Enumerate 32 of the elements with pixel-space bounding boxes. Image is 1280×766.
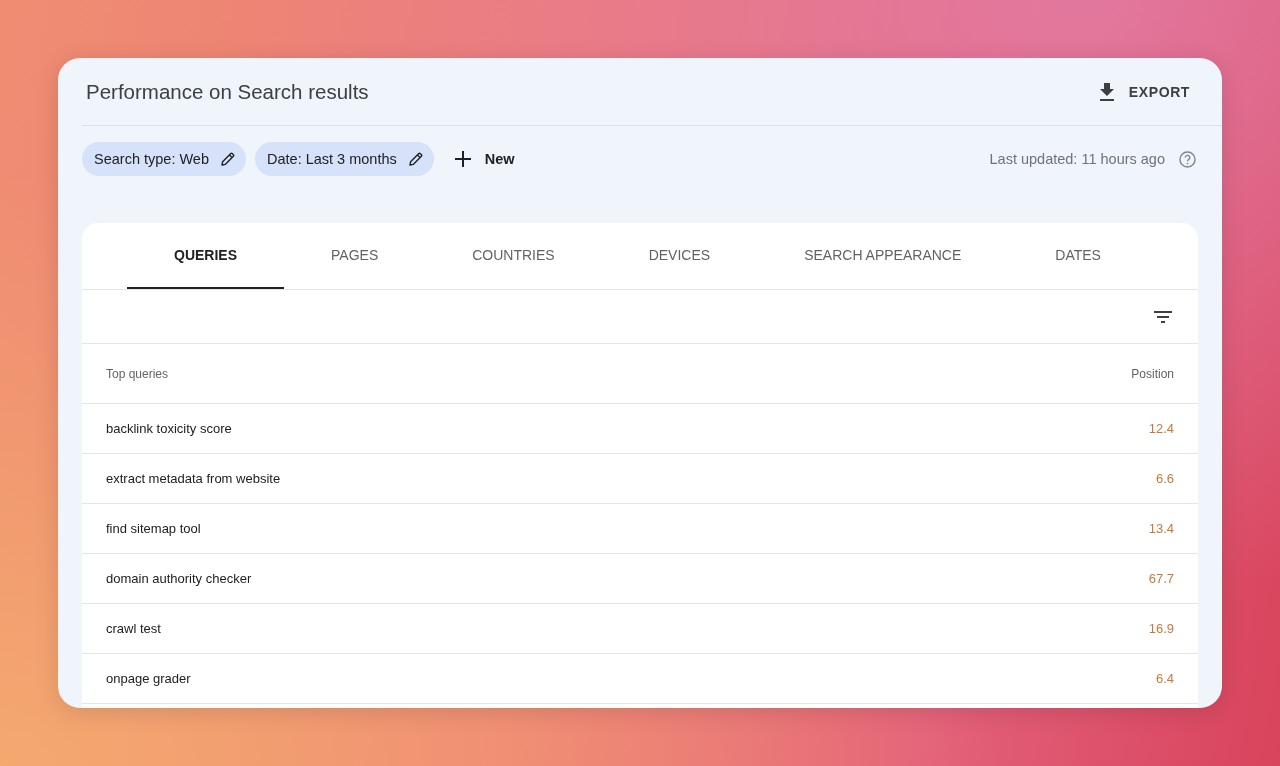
tab[interactable]: COUNTRIES: [425, 223, 602, 289]
pencil-icon: [408, 152, 423, 166]
query-cell: onpage grader: [106, 671, 191, 686]
last-updated-text: Last updated: 11 hours ago: [989, 151, 1165, 167]
position-cell: 6.6: [1155, 471, 1174, 486]
position-cell: 13.4: [1148, 521, 1174, 536]
new-filter-button[interactable]: New: [444, 145, 525, 173]
query-cell: extract metadata from website: [106, 471, 281, 486]
column-header: Position: [1131, 366, 1174, 381]
position-cell: 6.4: [1155, 671, 1174, 686]
export-button[interactable]: EXPORT: [1098, 78, 1190, 105]
position-cell: 12.4: [1148, 421, 1174, 436]
position-cell: 67.7: [1148, 571, 1174, 586]
page-title: Performance on Search results: [86, 79, 369, 104]
tab[interactable]: DATES: [1008, 223, 1148, 289]
query-cell: backlink toxicity score: [106, 421, 232, 436]
filter-chip[interactable]: Date: Last 3 months: [255, 142, 434, 176]
column-header: Top queries: [106, 366, 169, 381]
pencil-icon: [221, 152, 235, 166]
query-cell: domain authority checker: [106, 571, 252, 586]
tab[interactable]: SEARCH APPEARANCE: [757, 223, 1009, 289]
position-cell: 16.9: [1148, 621, 1174, 636]
plus-icon: [454, 151, 471, 167]
query-cell: find sitemap tool: [106, 521, 201, 536]
tab[interactable]: DEVICES: [601, 223, 758, 289]
filter-icon[interactable]: [1154, 310, 1172, 323]
download-icon: [1098, 82, 1115, 101]
filter-chip[interactable]: Search type: Web: [82, 142, 246, 176]
tab[interactable]: PAGES: [284, 223, 426, 289]
tab[interactable]: QUERIES: [127, 223, 284, 289]
help-icon[interactable]: [1179, 150, 1196, 168]
query-cell: crawl test: [106, 621, 161, 636]
